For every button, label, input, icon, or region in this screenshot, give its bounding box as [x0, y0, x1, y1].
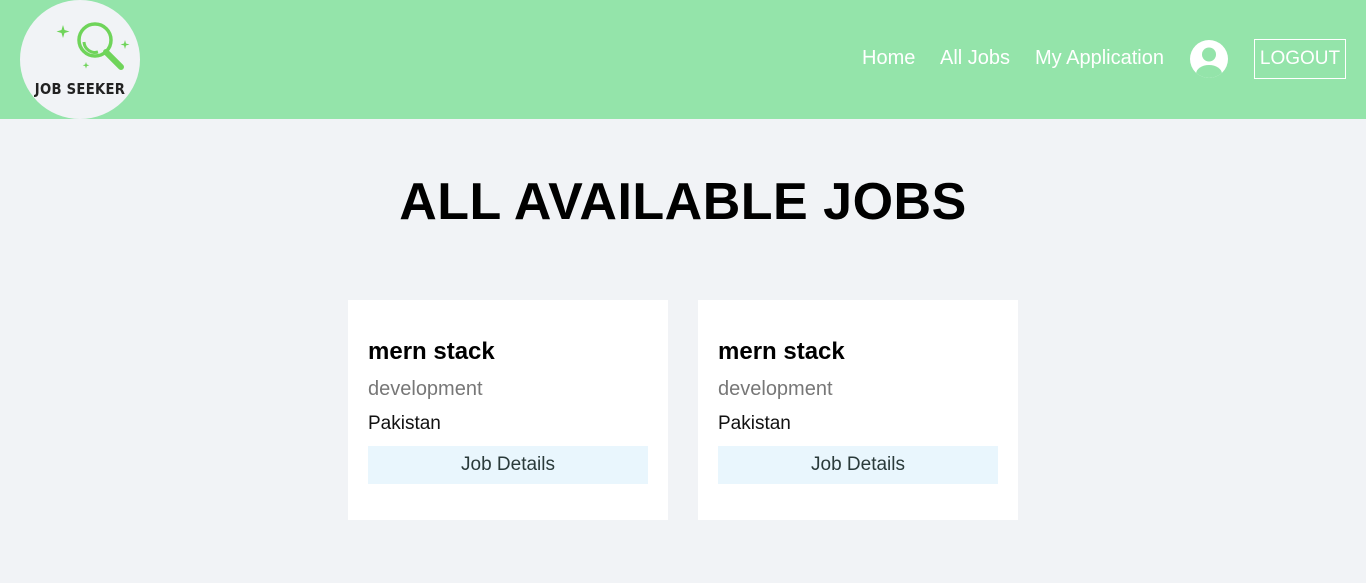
logout-button[interactable]: LOGOUT: [1254, 39, 1346, 79]
logo[interactable]: JOB SEEKER: [20, 0, 140, 119]
job-category: development: [368, 378, 483, 400]
job-title: mern stack: [718, 338, 845, 365]
nav-home-link[interactable]: Home: [862, 47, 915, 70]
job-card: mern stack development Pakistan Job Deta…: [698, 300, 1018, 520]
job-category: development: [718, 378, 833, 400]
page-title: ALL AVAILABLE JOBS: [399, 173, 967, 231]
job-details-button[interactable]: Job Details: [718, 446, 998, 484]
job-details-button[interactable]: Job Details: [368, 446, 648, 484]
nav-all-jobs-link[interactable]: All Jobs: [940, 47, 1010, 70]
job-title: mern stack: [368, 338, 495, 365]
job-country: Pakistan: [718, 413, 791, 434]
job-country: Pakistan: [368, 413, 441, 434]
navbar: JOB SEEKER Home All Jobs My Application …: [0, 0, 1366, 119]
magnifier-icon: [56, 22, 130, 70]
nav-my-application-link[interactable]: My Application: [1035, 47, 1164, 70]
user-circle-icon[interactable]: [1189, 39, 1229, 79]
job-card: mern stack development Pakistan Job Deta…: [348, 300, 668, 520]
logo-text: JOB SEEKER: [34, 80, 126, 98]
